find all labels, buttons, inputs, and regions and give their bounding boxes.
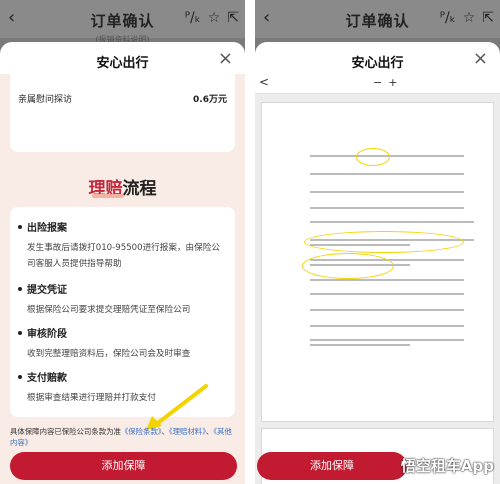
insurance-sheet: 安心出行 × 亲属慰问探访 0.6万元 理赔流程 出险报案 发生事故后请拨打01… bbox=[0, 42, 245, 484]
app-header: ‹ 订单确认 ᴾ/ₖ ☆ ⇱ bbox=[0, 0, 245, 38]
step-title: 支付赔款 bbox=[27, 373, 67, 384]
step-desc: 收到完整理赔资料后，保险公司会及时审查 bbox=[27, 349, 191, 359]
step-title: 提交凭证 bbox=[27, 285, 67, 296]
zoom-controls: − + bbox=[373, 76, 397, 89]
sheet-title: 安心出行 bbox=[351, 56, 404, 71]
pdf-viewer[interactable] bbox=[255, 94, 500, 484]
panel-divider bbox=[245, 0, 255, 484]
left-screenshot: ‹ 订单确认 ᴾ/ₖ ☆ ⇱ (报销资料说明) 安心出行 × 亲属慰问探访 0.… bbox=[0, 0, 245, 484]
terms-note: 具体保障内容已保险公司条款为准《保险条款》、《理赔材料》、《其他内容》 bbox=[10, 426, 239, 448]
coverage-value: 0.6万元 bbox=[193, 95, 227, 105]
sheet-title: 安心出行 bbox=[96, 56, 149, 71]
app-header: ‹ 订单确认 ᴾ/ₖ ☆ ⇱ bbox=[255, 0, 500, 38]
heading-underline bbox=[92, 194, 124, 198]
separator: 、 bbox=[161, 427, 169, 436]
header-icons: ᴾ/ₖ ☆ ⇱ bbox=[185, 10, 239, 26]
bullet-icon bbox=[18, 224, 22, 229]
share-icon[interactable]: ⇱ bbox=[227, 10, 239, 26]
header-icons: ᴾ/ₖ ☆ ⇱ bbox=[440, 10, 494, 26]
coverage-label: 亲属慰问探访 bbox=[18, 95, 73, 105]
close-icon[interactable]: × bbox=[473, 48, 488, 69]
step-desc: 根据保险公司要求提交理赔凭证至保险公司 bbox=[27, 305, 191, 315]
coverage-card: 亲属慰问探访 0.6万元 bbox=[10, 74, 235, 152]
highlight-oval bbox=[356, 148, 390, 166]
step-submit: 提交凭证 根据保险公司要求提交理赔凭证至保险公司 bbox=[18, 281, 227, 318]
step-title: 审核阶段 bbox=[27, 329, 67, 340]
star-icon[interactable]: ☆ bbox=[208, 10, 221, 26]
zoom-out-button[interactable]: − bbox=[373, 76, 382, 89]
right-screenshot: ‹ 订单确认 ᴾ/ₖ ☆ ⇱ 安心出行 × < − + 添加保障 悟空租车App bbox=[255, 0, 500, 484]
highlight-oval bbox=[304, 231, 464, 253]
step-title: 出险报案 bbox=[27, 223, 67, 234]
zoom-in-button[interactable]: + bbox=[388, 76, 397, 89]
pdf-toolbar: < − + bbox=[255, 74, 500, 94]
claim-materials-link[interactable]: 《理赔材料》 bbox=[169, 427, 206, 436]
add-coverage-button[interactable]: 添加保障 bbox=[257, 452, 407, 480]
insurance-terms-link[interactable]: 《保险条款》 bbox=[121, 427, 162, 436]
note-text: 具体保障内容已保险公司条款为准 bbox=[10, 427, 121, 436]
pdf-page bbox=[261, 102, 494, 422]
bullet-icon bbox=[18, 330, 22, 335]
claims-heading-b: 流程 bbox=[122, 179, 157, 199]
bullet-icon bbox=[18, 286, 22, 291]
step-desc: 发生事故后请拨打010-95500进行报案，由保险公司客服人员提供指导帮助 bbox=[27, 243, 220, 269]
annotation-arrow-icon bbox=[146, 384, 208, 430]
bullet-icon bbox=[18, 374, 22, 379]
coverage-row: 亲属慰问探访 0.6万元 bbox=[18, 92, 227, 105]
step-review: 审核阶段 收到完整理赔资料后，保险公司会及时审查 bbox=[18, 325, 227, 362]
font-size-icon[interactable]: ᴾ/ₖ bbox=[440, 10, 456, 26]
add-coverage-button[interactable]: 添加保障 bbox=[10, 452, 237, 480]
highlight-oval bbox=[302, 253, 394, 279]
pdf-back-button[interactable]: < bbox=[259, 75, 269, 89]
close-icon[interactable]: × bbox=[218, 48, 233, 69]
star-icon[interactable]: ☆ bbox=[463, 10, 476, 26]
sheet-content: 亲属慰问探访 0.6万元 理赔流程 出险报案 发生事故后请拨打010-95500… bbox=[0, 74, 245, 484]
font-size-icon[interactable]: ᴾ/ₖ bbox=[185, 10, 201, 26]
step-report: 出险报案 发生事故后请拨打010-95500进行报案，由保险公司客服人员提供指导… bbox=[18, 219, 227, 272]
share-icon[interactable]: ⇱ bbox=[482, 10, 494, 26]
app-watermark: 悟空租车App bbox=[400, 457, 494, 475]
